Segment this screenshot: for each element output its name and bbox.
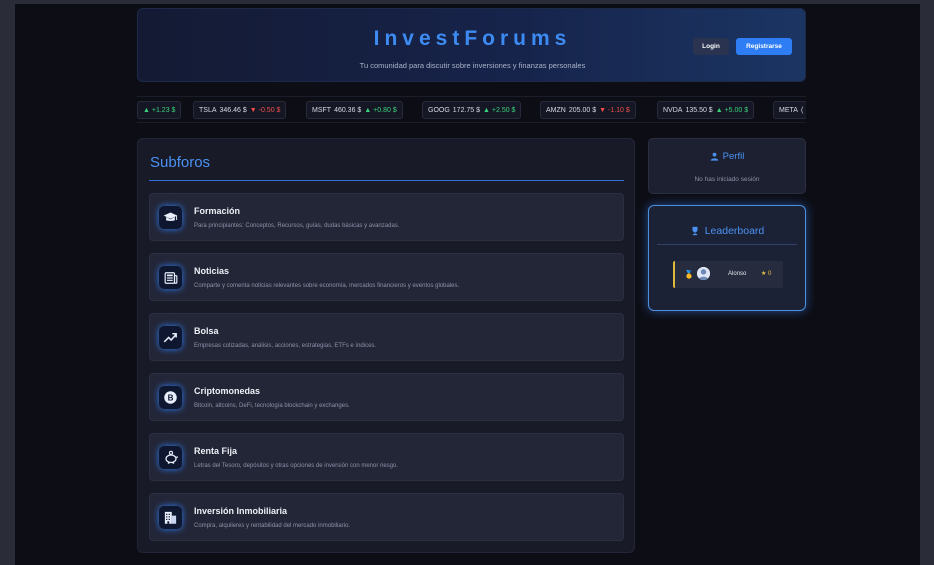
ticker-symbol: NVDA bbox=[663, 106, 683, 114]
ticker-price: ( bbox=[800, 106, 804, 114]
site-tagline: Tu comunidad para discutir sobre inversi… bbox=[359, 61, 586, 70]
subforum-title[interactable]: Inversión Inmobiliaria bbox=[194, 506, 287, 516]
left-gutter bbox=[0, 0, 15, 565]
subforum-description: Compra, alquileres y rentabilidad del me… bbox=[194, 523, 351, 529]
subforums-panel: Subforos Formación Para principiantes: C… bbox=[137, 138, 635, 553]
subforum-description: Empresas cotizadas, análisis, acciones, … bbox=[194, 343, 377, 349]
right-gutter bbox=[920, 0, 934, 565]
bitcoin-icon: B bbox=[159, 386, 182, 409]
window-top-border bbox=[0, 0, 934, 4]
profile-title: Perfil bbox=[649, 151, 805, 162]
subforum-card-noticias[interactable]: Noticias Comparte y comenta noticias rel… bbox=[149, 253, 624, 301]
piggy-bank-icon bbox=[159, 446, 182, 469]
profile-title-label: Perfil bbox=[722, 151, 745, 162]
svg-text:B: B bbox=[168, 393, 174, 402]
subforum-description: Letras del Tesoro, depósitos y otras opc… bbox=[194, 463, 399, 469]
ticker-change: ▼ -0.50 $ bbox=[249, 106, 281, 114]
ticker-symbol: GOOG bbox=[428, 106, 450, 114]
leaderboard-score-value: 0 bbox=[768, 271, 772, 277]
login-button[interactable]: Login bbox=[693, 38, 729, 55]
subforum-description: Para principiantes: Conceptos, Recursos,… bbox=[194, 223, 400, 229]
ticker-change: ▲ +5.00 $ bbox=[715, 106, 749, 114]
ticker-item: META ( bbox=[773, 101, 806, 119]
subforum-description: Bitcoin, altcoins, DeFi, tecnología bloc… bbox=[194, 403, 350, 409]
leaderboard-title-label: Leaderboard bbox=[704, 225, 765, 237]
ticker-item: TSLA 346.46 $ ▼ -0.50 $ bbox=[193, 101, 287, 119]
ticker-price: 346.46 $ bbox=[219, 106, 247, 114]
leaderboard-card: Leaderboard 🥇 Alonso ★ 0 bbox=[648, 205, 806, 311]
stock-ticker: ▲ +1.23 $ TSLA 346.46 $ ▼ -0.50 $ MSFT 4… bbox=[137, 96, 806, 123]
register-button[interactable]: Registrarse bbox=[736, 38, 792, 55]
ticker-price: 135.50 $ bbox=[685, 106, 713, 114]
profile-card: Perfil No has iniciado sesión bbox=[648, 138, 806, 194]
trophy-icon bbox=[692, 226, 698, 236]
avatar bbox=[697, 267, 710, 280]
subforum-title[interactable]: Formación bbox=[194, 206, 240, 216]
ticker-item: AMZN 205.00 $ ▼ -1.10 $ bbox=[540, 101, 636, 119]
ticker-item: MSFT 460.36 $ ▲ +0.80 $ bbox=[306, 101, 403, 119]
chart-trend-icon bbox=[159, 326, 182, 349]
ticker-symbol: META bbox=[779, 106, 798, 114]
ticker-symbol: MSFT bbox=[312, 106, 332, 114]
newspaper-icon bbox=[159, 266, 182, 289]
building-icon bbox=[159, 506, 182, 529]
subforum-card-criptomonedas[interactable]: B Criptomonedas Bitcoin, altcoins, DeFi,… bbox=[149, 373, 624, 421]
ticker-price: 205.00 $ bbox=[568, 106, 597, 114]
profile-status: No has iniciado sesión bbox=[694, 176, 760, 183]
ticker-price: 172.75 $ bbox=[452, 106, 481, 114]
leaderboard-divider bbox=[657, 244, 797, 245]
subforum-title[interactable]: Noticias bbox=[194, 266, 229, 276]
subforums-divider bbox=[149, 180, 624, 181]
leaderboard-title: Leaderboard bbox=[649, 225, 805, 237]
ticker-change: ▲ +1.23 $ bbox=[143, 106, 176, 114]
subforum-card-inversion-inmobiliaria[interactable]: Inversión Inmobiliaria Compra, alquilere… bbox=[149, 493, 624, 541]
leaderboard-score: ★ 0 bbox=[761, 271, 772, 277]
ticker-item: GOOG 172.75 $ ▲ +2.50 $ bbox=[422, 101, 522, 119]
subforum-title[interactable]: Criptomonedas bbox=[194, 386, 260, 396]
ticker-change: ▲ +0.80 $ bbox=[364, 106, 397, 114]
ticker-change: ▲ +2.50 $ bbox=[483, 106, 516, 114]
ticker-item: ▲ +1.23 $ bbox=[137, 101, 182, 119]
ticker-price: 460.36 $ bbox=[334, 106, 362, 114]
ticker-symbol: TSLA bbox=[199, 106, 217, 114]
subforum-title[interactable]: Renta Fija bbox=[194, 446, 237, 456]
subforums-title: Subforos bbox=[150, 154, 211, 171]
user-icon bbox=[710, 152, 718, 161]
subforum-card-bolsa[interactable]: Bolsa Empresas cotizadas, análisis, acci… bbox=[149, 313, 624, 361]
ticker-item: NVDA 135.50 $ ▲ +5.00 $ bbox=[657, 101, 755, 119]
graduation-cap-icon bbox=[159, 206, 182, 229]
leaderboard-username[interactable]: Alonso bbox=[728, 271, 746, 277]
subforum-card-renta-fija[interactable]: Renta Fija Letras del Tesoro, depósitos … bbox=[149, 433, 624, 481]
leaderboard-row[interactable]: 🥇 Alonso ★ 0 bbox=[673, 261, 783, 288]
subforum-description: Comparte y comenta noticias relevantes s… bbox=[194, 283, 460, 289]
site-header: InvestForums Tu comunidad para discutir … bbox=[137, 8, 806, 82]
subforum-title[interactable]: Bolsa bbox=[194, 326, 219, 336]
gold-medal-icon: 🥇 bbox=[684, 270, 694, 279]
ticker-symbol: AMZN bbox=[546, 106, 566, 114]
ticker-change: ▼ -1.10 $ bbox=[599, 106, 630, 114]
subforum-card-formacion[interactable]: Formación Para principiantes: Conceptos,… bbox=[149, 193, 624, 241]
